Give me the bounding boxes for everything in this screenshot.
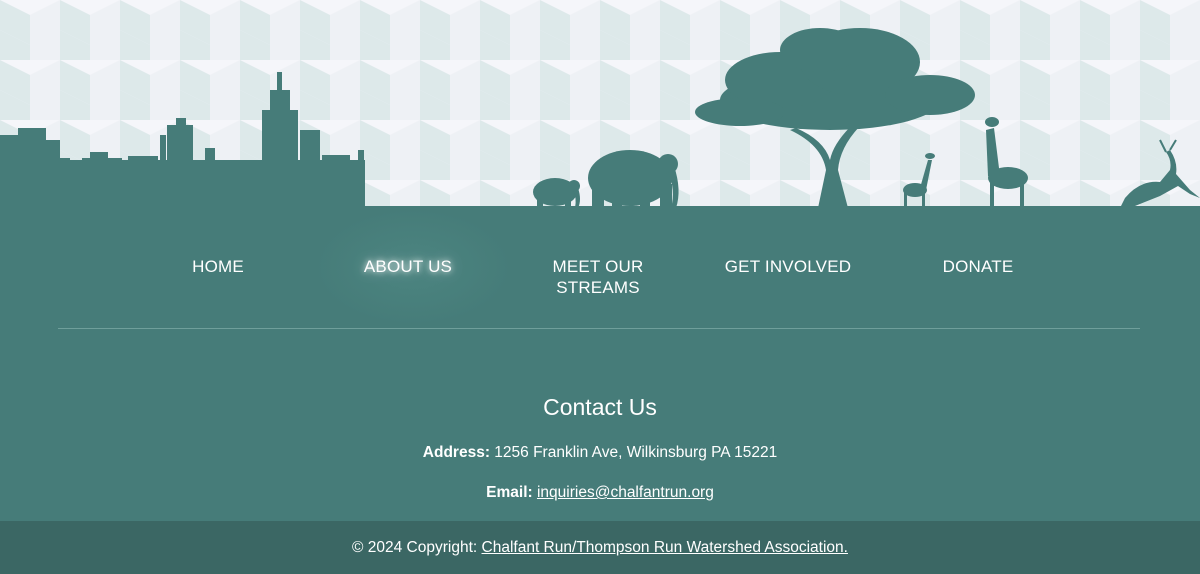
main-navigation: HOME ABOUT US MEET OUR STREAMS GET INVOL… [0, 208, 1200, 328]
skyline-safari-illustration [0, 0, 1200, 210]
email-line: Email: inquiries@chalfantrun.org [0, 483, 1200, 503]
page: HOME ABOUT US MEET OUR STREAMS GET INVOL… [0, 0, 1200, 574]
nav-about-us[interactable]: ABOUT US [323, 256, 493, 277]
organization-link[interactable]: Chalfant Run/Thompson Run Watershed Asso… [482, 539, 848, 556]
footer: © 2024 Copyright: Chalfant Run/Thompson … [0, 521, 1200, 574]
contact-section: Contact Us [0, 380, 1200, 421]
address-line: Address: 1256 Franklin Ave, Wilkinsburg … [0, 443, 1200, 463]
nav-home[interactable]: HOME [133, 256, 303, 277]
address-value: 1256 Franklin Ave, Wilkinsburg PA 15221 [494, 444, 778, 461]
email-link[interactable]: inquiries@chalfantrun.org [537, 484, 714, 501]
nav-meet-our-streams-label: MEET OUR STREAMS [552, 257, 644, 297]
address-label: Address: [422, 444, 490, 461]
contact-title: Contact Us [543, 394, 657, 420]
nav-donate[interactable]: DONATE [893, 256, 1063, 277]
email-label: Email: [486, 484, 533, 501]
nav-meet-our-streams[interactable]: MEET OUR STREAMS [513, 256, 683, 298]
nav-get-involved[interactable]: GET INVOLVED [703, 256, 873, 277]
copyright-text: © 2024 Copyright: [352, 539, 478, 556]
nav-divider [58, 328, 1140, 329]
header-banner [0, 0, 1200, 210]
